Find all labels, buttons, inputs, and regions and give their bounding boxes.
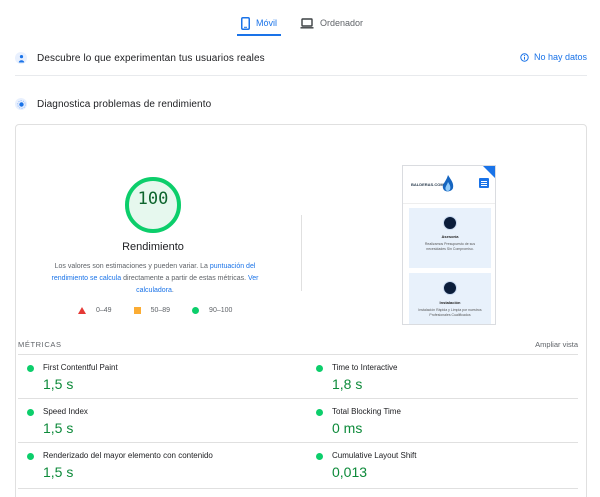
screenshot-tile: Asesoría Realizamos Presupuesto de sus n… <box>409 208 491 268</box>
device-tabs: Móvil Ordenador <box>0 0 600 38</box>
screenshot-logo-text: BALDERAS.COM <box>411 182 444 187</box>
tab-desktop[interactable]: Ordenador <box>300 10 363 36</box>
expand-view-toggle[interactable]: Ampliar vista <box>535 340 578 349</box>
users-icon <box>15 52 27 64</box>
metric-largest-contentful-paint: Renderizado del mayor elemento con conte… <box>27 451 287 491</box>
circle-icon <box>192 307 200 314</box>
pass-circle-icon <box>27 453 34 460</box>
section-divider <box>15 75 587 76</box>
metric-name: Speed Index <box>43 407 88 416</box>
metrics-divider <box>18 354 578 355</box>
square-icon <box>133 307 141 314</box>
field-data-title: Descubre lo que experimentan tus usuario… <box>37 52 265 64</box>
desc-text-2: directamente a partir de estas métricas. <box>121 275 248 282</box>
active-tab-indicator <box>237 34 281 36</box>
triangle-icon <box>78 307 86 314</box>
metric-value: 1,8 s <box>332 376 363 392</box>
corner-ribbon <box>483 166 495 180</box>
pass-circle-icon <box>316 365 323 372</box>
metric-cumulative-layout-shift: Cumulative Layout Shift 0,013 <box>316 451 576 491</box>
tile-text: Realizamos Presupuesto de sus necesidade… <box>424 242 476 251</box>
desc-text-1: Los valores son estimaciones y pueden va… <box>54 263 210 270</box>
tile-text: Instalación Rápida y Limpia por nuestros… <box>418 308 482 317</box>
metric-value: 0,013 <box>332 464 368 480</box>
flame-logo-icon <box>442 175 454 192</box>
metric-value: 1,5 s <box>43 464 74 480</box>
lighthouse-icon <box>15 98 27 110</box>
info-icon <box>520 52 529 62</box>
metric-total-blocking-time: Total Blocking Time 0 ms <box>316 407 576 447</box>
card-divider <box>301 215 302 291</box>
legend-item-fail: 0–49 <box>78 307 112 314</box>
metrics-title: MÉTRICAS <box>18 340 62 349</box>
metric-name: Time to Interactive <box>332 363 398 372</box>
tab-desktop-label: Ordenador <box>320 18 364 28</box>
legend-item-pass: 90–100 <box>192 307 232 314</box>
smartphone-icon <box>241 16 250 30</box>
metric-name: Cumulative Layout Shift <box>332 451 417 460</box>
metric-first-contentful-paint: First Contentful Paint 1,5 s <box>27 363 287 403</box>
legend-label-fail: 0–49 <box>96 307 112 314</box>
metric-name: Total Blocking Time <box>332 407 401 416</box>
legend-label-average: 50–89 <box>150 307 171 314</box>
diagnostics-section: Diagnostica problemas de rendimiento <box>15 94 587 114</box>
legend-item-average: 50–89 <box>133 307 171 314</box>
page-screenshot: BALDERAS.COM Asesoría Realizamos Presupu… <box>402 165 496 325</box>
screenshot-header: BALDERAS.COM <box>403 166 495 204</box>
metric-name: Renderizado del mayor elemento con conte… <box>43 451 213 460</box>
metric-value: 1,5 s <box>43 420 74 436</box>
pass-circle-icon <box>27 409 34 416</box>
no-data-label: No hay datos <box>533 52 587 62</box>
laptop-icon <box>300 17 314 29</box>
tab-mobile-label: Móvil <box>256 18 278 28</box>
field-data-section: Descubre lo que experimentan tus usuario… <box>15 48 587 68</box>
pass-circle-icon <box>316 453 323 460</box>
no-data-link[interactable]: No hay datos <box>520 52 587 62</box>
score-description: Los valores son estimaciones y pueden va… <box>44 261 266 297</box>
tab-mobile[interactable]: Móvil <box>241 10 277 36</box>
score-value: 100 <box>137 189 169 209</box>
pass-circle-icon <box>316 409 323 416</box>
tile-title: Asesoría <box>441 234 459 239</box>
tile-title: Instalación <box>439 300 461 305</box>
desc-text-3: . <box>171 287 174 294</box>
metric-value: 0 ms <box>332 420 363 436</box>
legend-label-pass: 90–100 <box>209 307 233 314</box>
metric-speed-index: Speed Index 1,5 s <box>27 407 287 447</box>
diagnostics-title: Diagnostica problemas de rendimiento <box>37 98 212 110</box>
score-legend: 0–49 50–89 90–100 <box>78 307 254 314</box>
tile-icon <box>443 281 457 295</box>
pass-circle-icon <box>27 365 34 372</box>
score-label: Rendimiento <box>122 241 184 253</box>
metric-value: 1,5 s <box>43 376 74 392</box>
metrics-header: MÉTRICAS Ampliar vista <box>18 340 578 352</box>
metric-name: First Contentful Paint <box>43 363 118 372</box>
metric-time-to-interactive: Time to Interactive 1,8 s <box>316 363 576 403</box>
tile-icon <box>443 216 457 230</box>
screenshot-tile: Instalación Instalación Rápida y Limpia … <box>409 273 491 324</box>
